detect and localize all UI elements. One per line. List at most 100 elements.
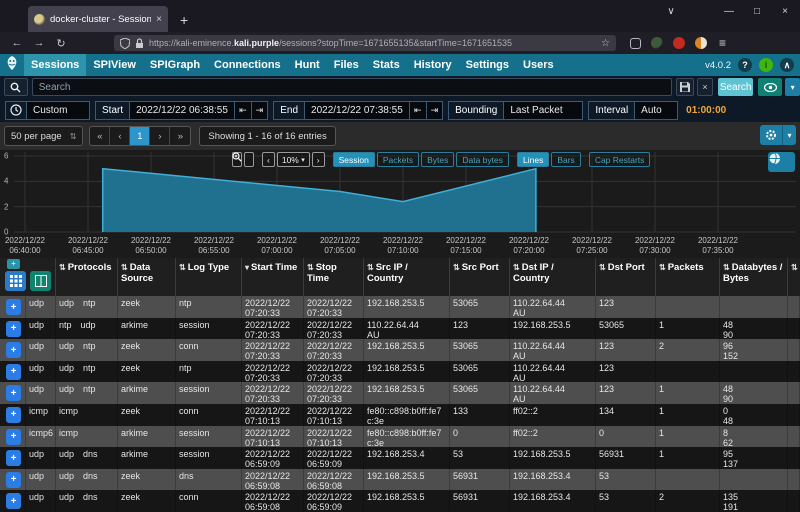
reload-icon[interactable]: ↻ xyxy=(50,37,72,50)
time-range-select[interactable]: Custom xyxy=(26,100,90,120)
tab-close-icon[interactable]: × xyxy=(156,14,162,25)
expand-session-button[interactable]: + xyxy=(6,342,21,359)
map-toggle-button[interactable] xyxy=(768,152,795,172)
views-button[interactable] xyxy=(758,78,783,96)
nav-item-stats[interactable]: Stats xyxy=(366,54,407,76)
search-actions-button[interactable] xyxy=(4,78,28,96)
column-header-log-type[interactable]: ⇅ Log Type xyxy=(176,258,242,296)
firefox-account-icon[interactable] xyxy=(695,37,707,49)
nav-item-sessions[interactable]: Sessions xyxy=(24,54,87,76)
expand-session-button[interactable]: + xyxy=(6,450,21,467)
column-header-protocols[interactable]: ⇅ Protocols xyxy=(56,258,118,296)
expand-session-button[interactable]: + xyxy=(6,471,21,488)
last-page-button[interactable]: » xyxy=(170,127,190,145)
toggle-lines[interactable]: Lines xyxy=(517,152,550,167)
pan-right-button[interactable]: › xyxy=(311,152,325,167)
zoom-in-button[interactable] xyxy=(232,152,254,167)
grid-icon xyxy=(9,275,22,287)
end-time-input[interactable]: 2022/12/22 07:38:55 xyxy=(304,100,411,120)
time-settings-button[interactable] xyxy=(5,100,27,120)
minimize-icon[interactable]: — xyxy=(722,6,736,17)
tab-list-icon[interactable]: ∨ xyxy=(664,6,678,17)
end-skip-forward-icon[interactable]: ⇥ xyxy=(425,100,444,120)
nav-item-hunt[interactable]: Hunt xyxy=(288,54,327,76)
column-header-dst-ip-country[interactable]: ⇅ Dst IP / Country xyxy=(510,258,596,296)
expand-all-button[interactable]: + xyxy=(7,259,20,269)
search-button[interactable]: Search xyxy=(717,78,754,96)
bookmark-star-icon[interactable]: ☆ xyxy=(601,38,610,49)
nav-item-users[interactable]: Users xyxy=(516,54,561,76)
help-icon[interactable]: ? xyxy=(738,58,752,72)
grid-view-button[interactable] xyxy=(5,271,26,291)
interval-label: Interval xyxy=(588,100,636,120)
nav-item-files[interactable]: Files xyxy=(327,54,366,76)
extension-icon-3[interactable] xyxy=(673,37,685,49)
columns-icon xyxy=(34,275,47,287)
column-header-packets[interactable]: ⇅ Packets xyxy=(656,258,720,296)
expand-session-button[interactable]: + xyxy=(6,320,21,337)
toggle-session[interactable]: Session xyxy=(332,152,375,167)
prev-page-button[interactable]: ‹ xyxy=(110,127,131,145)
nav-item-spiview[interactable]: SPIView xyxy=(86,54,143,76)
first-page-button[interactable]: « xyxy=(90,127,111,145)
column-header-data-source[interactable]: ⇅ Data Source xyxy=(118,258,176,296)
column-layout-button[interactable] xyxy=(30,271,51,291)
toggle-cap-restarts[interactable]: Cap Restarts xyxy=(588,152,651,167)
expand-session-button[interactable]: + xyxy=(6,299,21,315)
expand-session-button[interactable]: + xyxy=(6,493,21,510)
interval-select[interactable]: Auto xyxy=(634,100,679,120)
start-time-input[interactable]: 2022/12/22 06:38:55 xyxy=(129,100,236,120)
save-icon xyxy=(680,82,691,92)
start-skip-back-icon[interactable]: ⇤ xyxy=(234,100,252,120)
x-tick-label: 2022/12/22 07:15:00 xyxy=(445,236,487,255)
extension-icon-2[interactable] xyxy=(651,37,663,49)
search-input[interactable] xyxy=(31,78,673,96)
health-status-icon[interactable]: i xyxy=(759,58,773,72)
x-tick-label: 2022/12/22 07:00:00 xyxy=(256,236,298,255)
expand-session-button[interactable]: + xyxy=(6,385,21,402)
toggle-bytes[interactable]: Bytes xyxy=(421,152,455,167)
browser-tab[interactable]: docker-cluster - Sessions × xyxy=(28,6,168,32)
back-icon[interactable]: ← xyxy=(6,37,28,49)
app-menu-icon[interactable]: ≡ xyxy=(719,36,726,50)
nav-item-history[interactable]: History xyxy=(407,54,459,76)
toggle-packets[interactable]: Packets xyxy=(376,152,420,167)
save-search-button[interactable] xyxy=(676,78,695,96)
close-icon[interactable]: × xyxy=(778,6,792,17)
column-header-stop-time[interactable]: ⇅ Stop Time xyxy=(304,258,364,296)
zoom-in-icon xyxy=(232,152,242,162)
lock-icon[interactable] xyxy=(135,37,144,49)
expand-session-button[interactable]: + xyxy=(6,406,21,423)
zoom-level-select[interactable]: 10% ▾ xyxy=(276,152,310,167)
toggle-bars[interactable]: Bars xyxy=(551,152,581,167)
nav-item-connections[interactable]: Connections xyxy=(207,54,288,76)
maximize-icon[interactable]: □ xyxy=(750,6,764,17)
column-header-start-time[interactable]: ▾ Start Time xyxy=(242,258,304,296)
url-field[interactable]: https://kali-eminence.kali.purple/sessio… xyxy=(114,35,616,51)
extension-icon-1[interactable] xyxy=(630,37,641,49)
shield-permissions-icon[interactable] xyxy=(120,37,130,49)
gear-icon[interactable] xyxy=(760,125,782,145)
per-page-select[interactable]: 50 per page ⇅ xyxy=(4,126,84,146)
clear-search-icon[interactable]: × xyxy=(697,78,713,96)
collapse-header-icon[interactable]: ∧ xyxy=(780,58,794,72)
column-header-src-ip-country[interactable]: ⇅ Src IP / Country xyxy=(364,258,450,296)
end-skip-back-icon[interactable]: ⇤ xyxy=(409,100,427,120)
nav-item-spigraph[interactable]: SPIGraph xyxy=(143,54,207,76)
expand-session-button[interactable]: + xyxy=(6,363,21,380)
next-page-button[interactable]: › xyxy=(150,127,171,145)
new-tab-button[interactable]: + xyxy=(180,12,188,28)
views-dropdown-icon[interactable]: ▾ xyxy=(785,78,800,96)
forward-icon[interactable]: → xyxy=(28,37,50,49)
column-header-dst-port[interactable]: ⇅ Dst Port xyxy=(596,258,656,296)
start-skip-forward-icon[interactable]: ⇥ xyxy=(250,100,269,120)
toggle-data-bytes[interactable]: Data bytes xyxy=(456,152,509,167)
nav-item-settings[interactable]: Settings xyxy=(459,54,516,76)
column-header-databytes-bytes[interactable]: ⇅ Databytes / Bytes xyxy=(720,258,788,296)
pan-left-button[interactable]: ‹ xyxy=(262,152,275,167)
settings-caret-icon[interactable]: ▾ xyxy=(782,125,796,145)
current-page-button[interactable]: 1 xyxy=(130,127,151,145)
expand-session-button[interactable]: + xyxy=(6,428,21,445)
bounding-select[interactable]: Last Packet xyxy=(503,100,584,120)
column-header-src-port[interactable]: ⇅ Src Port xyxy=(450,258,510,296)
